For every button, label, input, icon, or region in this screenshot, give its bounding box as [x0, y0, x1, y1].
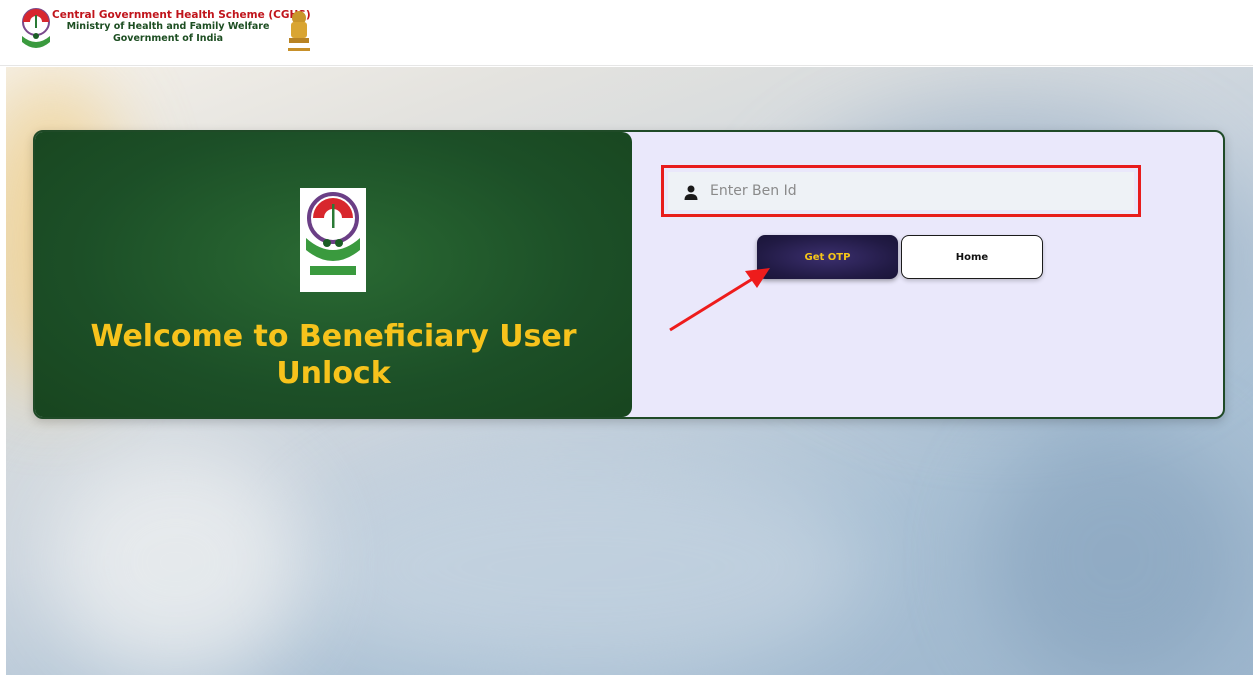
site-header: Central Government Health Scheme (CGHS) …: [0, 0, 1253, 66]
welcome-panel: Welcome to Beneficiary User Unlock: [35, 132, 632, 417]
ben-id-field-box: [668, 172, 1134, 210]
ben-id-input[interactable]: [710, 176, 1110, 206]
get-otp-button[interactable]: Get OTP: [757, 235, 898, 279]
header-text-block: Central Government Health Scheme (CGHS) …: [52, 9, 311, 45]
header-government: Government of India: [112, 33, 224, 44]
header-ministry: Ministry of Health and Family Welfare: [66, 21, 270, 32]
ben-id-highlight: [661, 165, 1141, 217]
welcome-title: Welcome to Beneficiary User Unlock: [90, 319, 577, 391]
cghs-card-logo: [300, 188, 366, 292]
unlock-card: Welcome to Beneficiary User Unlock Get O…: [33, 130, 1225, 419]
user-icon: [684, 185, 698, 200]
home-button[interactable]: Home: [901, 235, 1043, 279]
national-emblem-icon: [288, 11, 310, 51]
header-title: Central Government Health Scheme (CGHS): [52, 9, 311, 21]
